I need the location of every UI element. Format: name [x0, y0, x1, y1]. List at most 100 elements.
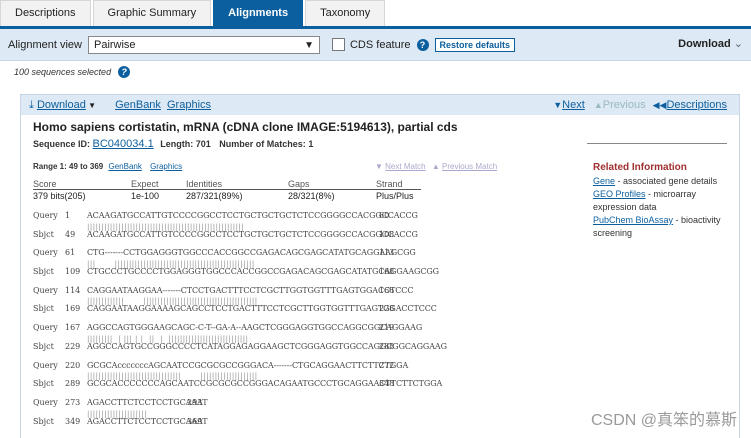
cds-feature-label: CDS feature	[349, 38, 411, 51]
row-sequence: CTGCCCTGCCCCTGGAGGGTGGCCCACCGGCCGAGACAGC…	[87, 267, 439, 277]
row-label: Query	[33, 285, 58, 295]
row-end: 288	[379, 341, 395, 351]
alignment-stats: Score Expect Identities Gaps Strand 379 …	[33, 179, 421, 201]
alignment-row: ||||||||| | ||| | | || | |||||||||||||||…	[33, 335, 447, 361]
tab-descriptions[interactable]: Descriptions	[0, 0, 91, 26]
previous-link[interactable]: Previous	[603, 99, 646, 111]
selected-count-text: 100 sequences selected	[14, 67, 112, 77]
length-value: 701	[195, 139, 211, 149]
matches-value: 1	[308, 139, 314, 149]
previous-arrow-icon: ▲	[593, 100, 603, 110]
tab-taxonomy[interactable]: Taxonomy	[305, 0, 386, 26]
row-end: 219	[379, 323, 395, 333]
match-line: ||| ||||||||||||||||||||||||||||||||||||…	[87, 260, 255, 269]
strand-value: Plus/Plus	[376, 191, 414, 201]
seq-id-link[interactable]: BC040034.1	[93, 138, 154, 150]
download-menu-button[interactable]: Download ⌄	[678, 37, 743, 50]
pubchem-bioassay-link[interactable]: PubChem BioAssay	[593, 215, 673, 225]
alignment-view-value: Pairwise	[93, 38, 136, 51]
row-label: Query	[33, 211, 58, 220]
tab-alignments[interactable]: Alignments	[213, 0, 304, 26]
row-start: 167	[65, 323, 81, 333]
row-start: 109	[65, 267, 81, 277]
range-graphics-link[interactable]: Graphics	[150, 162, 182, 171]
row-end: 228	[379, 304, 395, 314]
previous-match-link[interactable]: Previous Match	[442, 162, 497, 171]
alignment-view-label: Alignment view	[8, 38, 82, 51]
tab-graphic-summary[interactable]: Graphic Summary	[92, 0, 212, 26]
alignment-panel: ⤓ Download ▼ GenBank Graphics ▼Next ▲Pre…	[20, 94, 740, 438]
range-genbank-link[interactable]: GenBank	[108, 162, 141, 171]
chevron-down-icon: ⌄	[733, 38, 743, 50]
download-icon: ⤓	[29, 99, 34, 111]
gene-link[interactable]: Gene	[593, 176, 615, 186]
descriptions-link[interactable]: Descriptions	[666, 99, 727, 111]
range-label: Range 1: 49 to 369	[33, 162, 104, 171]
row-label: Sbjct	[33, 267, 54, 277]
row-end: 272	[379, 360, 395, 370]
genbank-link[interactable]: GenBank	[115, 99, 161, 111]
related-item-gene: Gene - associated gene details	[593, 175, 733, 188]
gaps-value: 28/321(8%)	[288, 191, 335, 201]
row-end: 113	[379, 248, 395, 258]
row-start: 229	[65, 341, 81, 351]
seq-id-label: Sequence ID:	[33, 139, 91, 149]
row-label: Query	[33, 360, 58, 370]
row-start: 1	[65, 211, 71, 220]
row-start: 169	[65, 304, 81, 314]
row-end: 168	[379, 267, 395, 277]
strand-header: Strand	[376, 179, 403, 189]
related-title: Related Information	[593, 162, 687, 173]
watermark: CSDN @真笨的慕斯	[590, 412, 737, 429]
descriptions-arrow-icon: ◀◀	[652, 100, 667, 110]
expect-header: Expect	[131, 179, 159, 189]
next-match-icon: ▼	[375, 162, 383, 171]
next-match-link[interactable]: Next Match	[385, 162, 425, 171]
row-label: Sbjct	[33, 304, 54, 314]
row-start: 61	[65, 248, 76, 258]
row-label: Query	[33, 323, 58, 333]
match-line: ||||||||||||||||||||||||||||||||| ||||||…	[87, 372, 258, 381]
expect-value: 1e-100	[131, 191, 160, 201]
next-link[interactable]: Next	[562, 99, 585, 111]
alignment-view-select[interactable]: Pairwise ▼	[87, 35, 320, 54]
row-start: 289	[65, 379, 81, 389]
row-sequence: GCGCACCCCCCCAGCAATCCGCGCGCCGGGACAGAATGCC…	[87, 379, 443, 389]
row-end: 60	[379, 211, 390, 220]
cds-feature-checkbox[interactable]	[331, 38, 345, 51]
row-end: 369	[187, 416, 203, 426]
row-label: Sbjct	[33, 229, 54, 239]
help-icon[interactable]: ?	[118, 66, 131, 78]
row-sequence: AGGCCAGTGCCGGGCCCCTCATAGGAGAGGAAGCTCGGGA…	[87, 341, 447, 351]
row-label: Sbjct	[33, 341, 54, 351]
row-label: Sbjct	[33, 379, 54, 389]
gene-desc: - associated gene details	[615, 176, 718, 186]
alignment-row: ||||||||||||||||||||| Sbjct 349 AGACCTTCTCC…	[33, 410, 409, 436]
related-information: Related Information Gene - associated ge…	[593, 161, 733, 240]
matches-label: Number of Matches:	[219, 139, 306, 149]
graphics-link[interactable]: Graphics	[167, 99, 211, 111]
alignment-row: ||||||||||||||||||||||||||||||||| ||||||…	[33, 372, 443, 398]
related-item-pubchem: PubChem BioAssay - bioactivity screening	[593, 214, 733, 240]
range-line: Range 1: 49 to 369 GenBank Graphics	[33, 162, 182, 171]
alignment-block: Query 1 ACAAGATGCCATTGTCCCCGGCCTCCTGCTGCTG…	[33, 211, 447, 436]
tab-bar: Descriptions Graphic Summary Alignments …	[0, 0, 751, 29]
row-end: 108	[379, 229, 395, 239]
row-end: 348	[379, 379, 395, 389]
help-icon[interactable]: ?	[416, 38, 429, 51]
alignment-toolbar: Alignment view Pairwise ▼ CDS feature ? …	[0, 29, 751, 61]
next-arrow-icon: ▼	[553, 100, 563, 110]
download-link[interactable]: Download	[37, 99, 86, 111]
geo-profiles-link[interactable]: GEO Profiles	[593, 189, 646, 199]
alignment-row: ||||||||||||| ||||||||||||||||||||||||||…	[33, 297, 437, 323]
sequence-title: Homo sapiens cortistatin, mRNA (cDNA clo…	[33, 120, 458, 134]
panel-header: ⤓ Download ▼ GenBank Graphics ▼Next ▲Pre…	[21, 95, 739, 115]
match-line: ||||||||| | ||| | | || | |||||||||||||||…	[87, 334, 249, 343]
row-start: 49	[65, 229, 76, 239]
row-start: 114	[65, 285, 81, 295]
related-item-geo: GEO Profiles - microarray expression dat…	[593, 188, 733, 214]
restore-defaults-button[interactable]: Restore defaults	[434, 37, 516, 52]
score-header: Score	[33, 179, 57, 189]
sequence-info: Sequence ID: BC040034.1 Length: 701 Numb…	[33, 138, 313, 150]
row-label: Query	[33, 397, 58, 407]
